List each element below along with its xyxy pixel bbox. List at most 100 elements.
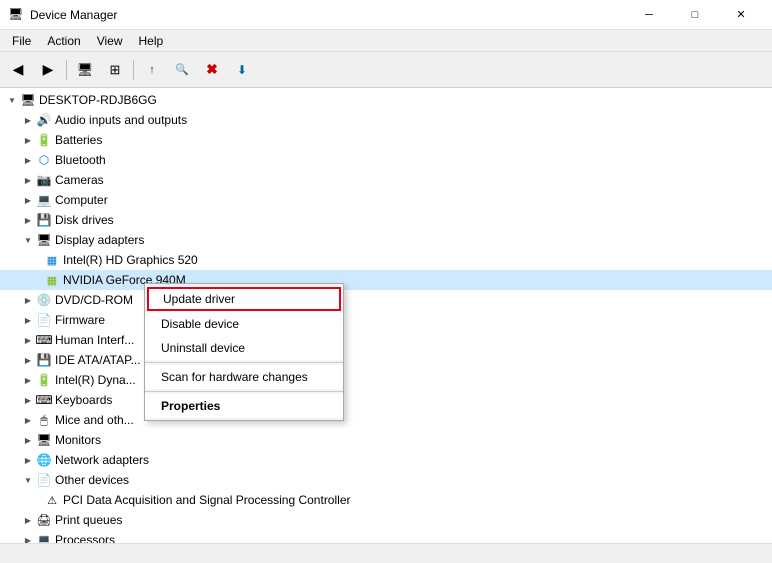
keyboards-label: Keyboards — [55, 393, 112, 407]
network-expander[interactable]: ▶ — [20, 452, 36, 468]
title-bar-controls: ─ □ ✕ — [626, 0, 764, 30]
tree-root[interactable]: ▼ 🖥 DESKTOP-RDJB6GG — [0, 90, 772, 110]
tree-item-dvd[interactable]: ▶ 💿 DVD/CD-ROM — [0, 290, 772, 310]
context-sep-1 — [145, 362, 343, 363]
update-driver-button[interactable]: ↑ — [138, 56, 166, 84]
tree-item-mice[interactable]: ▶ 🖱 Mice and oth... — [0, 410, 772, 430]
cameras-expander[interactable]: ▶ — [20, 172, 36, 188]
network-label: Network adapters — [55, 453, 149, 467]
display-expander[interactable]: ▼ — [20, 232, 36, 248]
pci-icon: ⚠ — [44, 492, 60, 508]
tree-item-network[interactable]: ▶ 🌐 Network adapters — [0, 450, 772, 470]
other-label: Other devices — [55, 473, 129, 487]
menu-file[interactable]: File — [4, 32, 39, 50]
uninstall-button[interactable]: ✖ — [198, 56, 226, 84]
install-button[interactable]: ⬇ — [228, 56, 256, 84]
context-disable-device[interactable]: Disable device — [145, 312, 343, 336]
audio-label: Audio inputs and outputs — [55, 113, 187, 127]
context-properties[interactable]: Properties — [145, 394, 343, 418]
computer-expander[interactable]: ▶ — [20, 192, 36, 208]
app-icon: 🖥 — [8, 7, 24, 23]
tree-item-intel-gpu[interactable]: ▦ Intel(R) HD Graphics 520 — [0, 250, 772, 270]
other-expander[interactable]: ▼ — [20, 472, 36, 488]
tree-item-computer[interactable]: ▶ 💻 Computer — [0, 190, 772, 210]
close-button[interactable]: ✕ — [718, 0, 764, 30]
bluetooth-icon: ⬡ — [36, 152, 52, 168]
menu-view[interactable]: View — [89, 32, 131, 50]
bluetooth-expander[interactable]: ▶ — [20, 152, 36, 168]
status-bar — [0, 543, 772, 563]
disk-expander[interactable]: ▶ — [20, 212, 36, 228]
menu-help[interactable]: Help — [131, 32, 172, 50]
ide-expander[interactable]: ▶ — [20, 352, 36, 368]
tree-view[interactable]: ▼ 🖥 DESKTOP-RDJB6GG ▶ 🔊 Audio inputs and… — [0, 88, 772, 543]
ide-label: IDE ATA/ATAP... — [55, 353, 141, 367]
print-expander[interactable]: ▶ — [20, 512, 36, 528]
computer-label: Computer — [55, 193, 108, 207]
audio-expander[interactable]: ▶ — [20, 112, 36, 128]
pci-expander — [36, 492, 44, 508]
tree-item-keyboards[interactable]: ▶ ⌨ Keyboards — [0, 390, 772, 410]
ide-icon: 💾 — [36, 352, 52, 368]
computer-icon: 💻 — [36, 192, 52, 208]
monitors-label: Monitors — [55, 433, 101, 447]
processors-expander[interactable]: ▶ — [20, 532, 36, 543]
batteries-label: Batteries — [55, 133, 102, 147]
intel-gpu-label: Intel(R) HD Graphics 520 — [63, 253, 198, 267]
context-sep-2 — [145, 391, 343, 392]
disk-icon: 💾 — [36, 212, 52, 228]
intel-dyn-icon: 🔋 — [36, 372, 52, 388]
forward-button[interactable]: ▶ — [34, 56, 62, 84]
firmware-icon: 📄 — [36, 312, 52, 328]
mice-icon: 🖱 — [36, 412, 52, 428]
tree-item-batteries[interactable]: ▶ 🔋 Batteries — [0, 130, 772, 150]
tree-item-ide[interactable]: ▶ 💾 IDE ATA/ATAP... — [0, 350, 772, 370]
title-bar: 🖥 Device Manager ─ □ ✕ — [0, 0, 772, 30]
dvd-expander[interactable]: ▶ — [20, 292, 36, 308]
context-uninstall-device[interactable]: Uninstall device — [145, 336, 343, 360]
scan-hardware-button[interactable]: 🔍 — [168, 56, 196, 84]
tree-item-firmware[interactable]: ▶ 📄 Firmware — [0, 310, 772, 330]
toolbar-sep-2 — [133, 60, 134, 80]
tree-item-bluetooth[interactable]: ▶ ⬡ Bluetooth — [0, 150, 772, 170]
tree-item-processors[interactable]: ▶ 💻 Processors — [0, 530, 772, 543]
back-button[interactable]: ◀ — [4, 56, 32, 84]
firmware-label: Firmware — [55, 313, 105, 327]
maximize-button[interactable]: □ — [672, 0, 718, 30]
menu-action[interactable]: Action — [39, 32, 88, 50]
hid-expander[interactable]: ▶ — [20, 332, 36, 348]
root-expander[interactable]: ▼ — [4, 92, 20, 108]
batteries-expander[interactable]: ▶ — [20, 132, 36, 148]
keyboards-expander[interactable]: ▶ — [20, 392, 36, 408]
intel-gpu-icon: ▦ — [44, 252, 60, 268]
intel-dyn-expander[interactable]: ▶ — [20, 372, 36, 388]
tree-item-disk[interactable]: ▶ 💾 Disk drives — [0, 210, 772, 230]
print-label: Print queues — [55, 513, 122, 527]
minimize-button[interactable]: ─ — [626, 0, 672, 30]
monitors-expander[interactable]: ▶ — [20, 432, 36, 448]
tree-item-pci[interactable]: ⚠ PCI Data Acquisition and Signal Proces… — [0, 490, 772, 510]
print-icon: 🖨 — [36, 512, 52, 528]
context-update-driver[interactable]: Update driver — [147, 287, 341, 311]
tree-item-display[interactable]: ▼ 🖥 Display adapters — [0, 230, 772, 250]
monitors-icon: 🖥 — [36, 432, 52, 448]
tree-item-cameras[interactable]: ▶ 📷 Cameras — [0, 170, 772, 190]
intel-dyn-label: Intel(R) Dyna... — [55, 373, 136, 387]
tree-item-intel-dyn[interactable]: ▶ 🔋 Intel(R) Dyna... — [0, 370, 772, 390]
network-icon: 🌐 — [36, 452, 52, 468]
tree-item-nvidia[interactable]: ▦ NVIDIA GeForce 940M — [0, 270, 772, 290]
properties-button[interactable]: ⊞ — [101, 56, 129, 84]
tree-item-print[interactable]: ▶ 🖨 Print queues — [0, 510, 772, 530]
context-scan-hardware[interactable]: Scan for hardware changes — [145, 365, 343, 389]
firmware-expander[interactable]: ▶ — [20, 312, 36, 328]
tree-item-other[interactable]: ▼ 📄 Other devices — [0, 470, 772, 490]
tree-item-monitors[interactable]: ▶ 🖥 Monitors — [0, 430, 772, 450]
root-icon: 🖥 — [20, 92, 36, 108]
pci-label: PCI Data Acquisition and Signal Processi… — [63, 493, 350, 507]
main-area: ▼ 🖥 DESKTOP-RDJB6GG ▶ 🔊 Audio inputs and… — [0, 88, 772, 543]
tree-item-audio[interactable]: ▶ 🔊 Audio inputs and outputs — [0, 110, 772, 130]
mice-expander[interactable]: ▶ — [20, 412, 36, 428]
disk-label: Disk drives — [55, 213, 114, 227]
computer-button[interactable]: 🖥 — [71, 56, 99, 84]
tree-item-hid[interactable]: ▶ ⌨ Human Interf... — [0, 330, 772, 350]
